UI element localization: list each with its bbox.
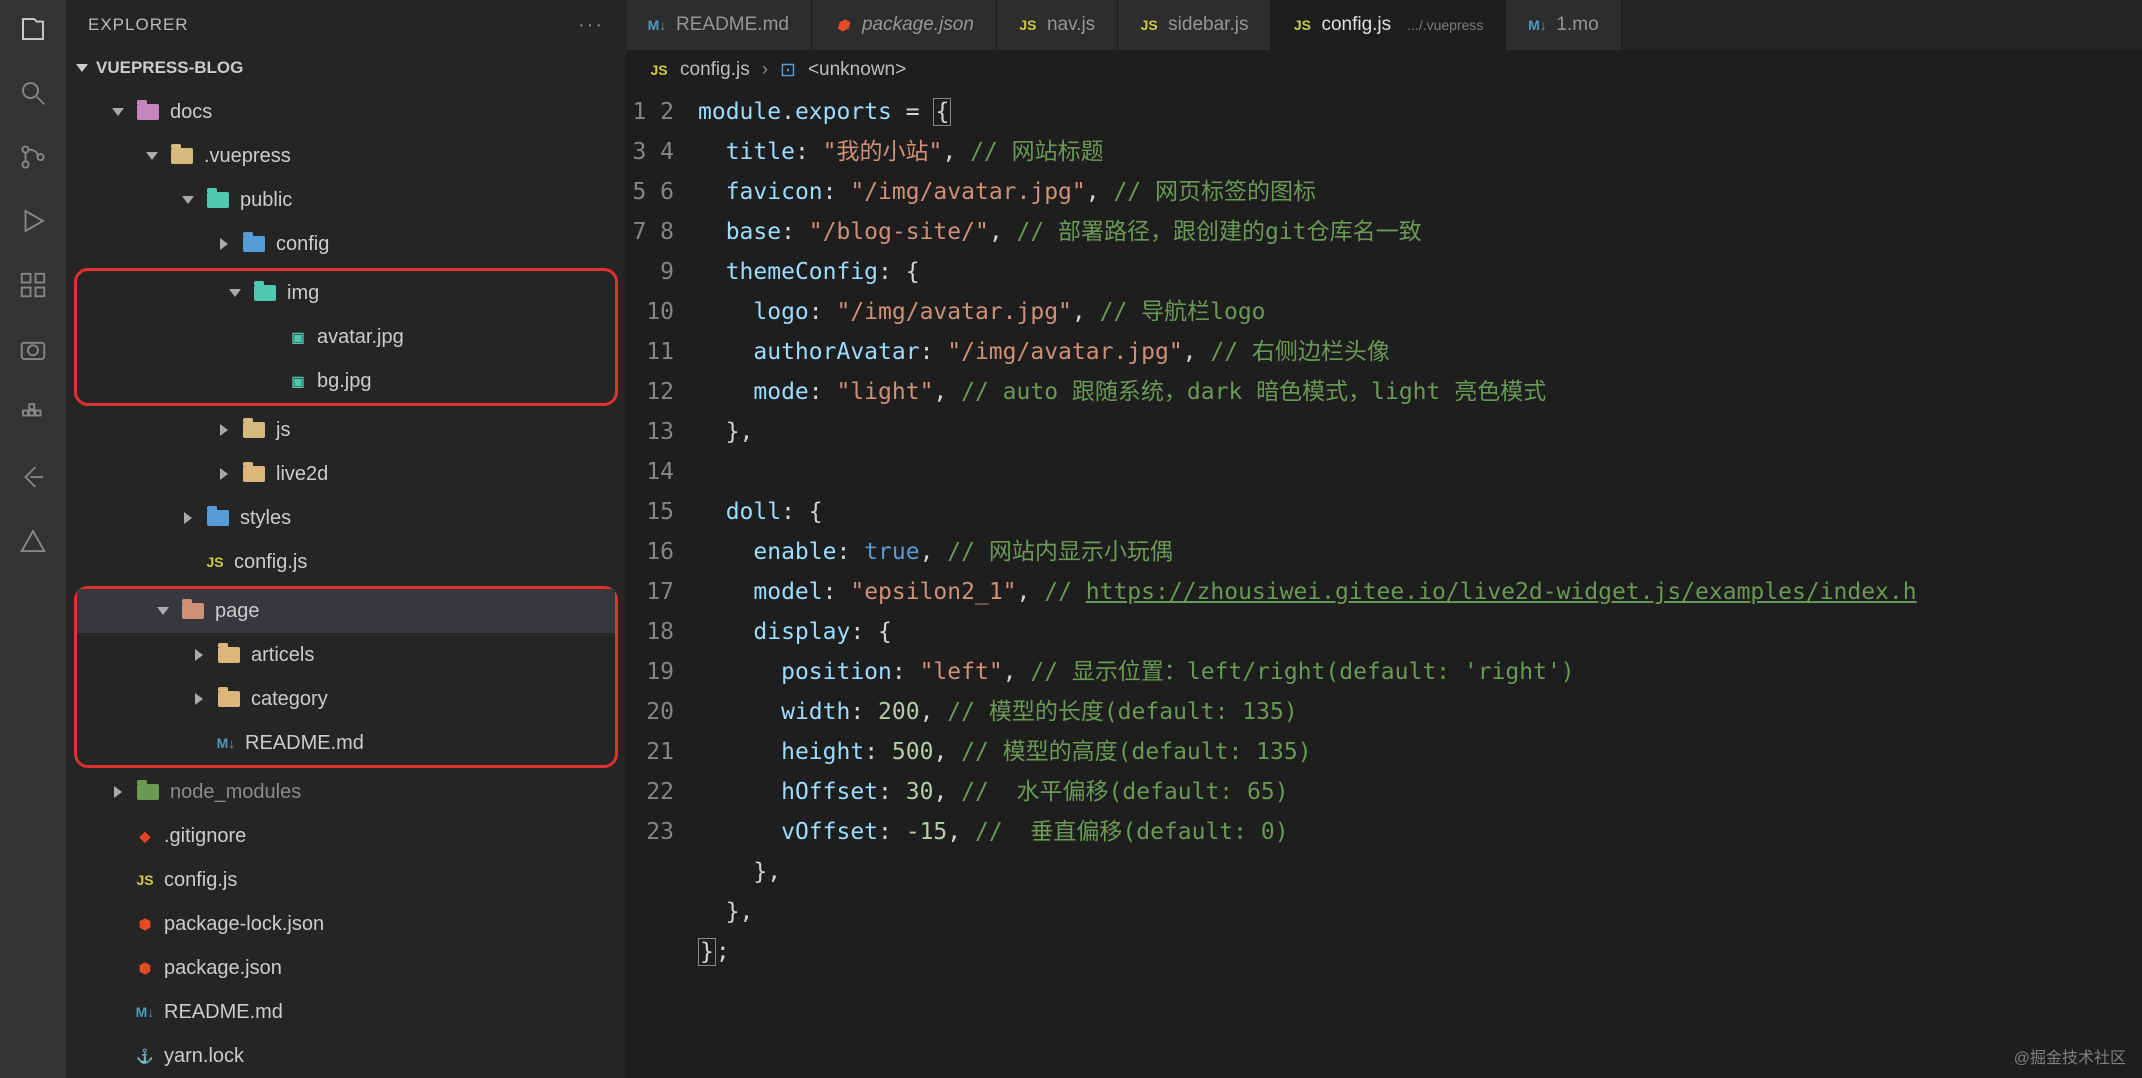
file-tree: docs .vuepress public config img ▣avatar…	[66, 86, 626, 1078]
search-icon[interactable]	[16, 76, 50, 110]
tab-navjs[interactable]: JSnav.js	[997, 0, 1118, 50]
folder-docs[interactable]: docs	[66, 90, 626, 134]
folder-articels[interactable]: articels	[77, 633, 615, 677]
line-gutter: 1 2 3 4 5 6 7 8 9 10 11 12 13 14 15 16 1…	[626, 90, 698, 1078]
folder-config[interactable]: config	[66, 222, 626, 266]
file-label: yarn.lock	[164, 1045, 244, 1068]
chevron-down-icon	[76, 64, 88, 72]
triangle-icon[interactable]	[16, 524, 50, 558]
tab-configjs[interactable]: JSconfig.js.../.vuepress	[1271, 0, 1506, 50]
explorer-header: EXPLORER ···	[66, 0, 626, 50]
folder-page[interactable]: page	[77, 589, 615, 633]
file-yarnlock[interactable]: ⚓yarn.lock	[66, 1034, 626, 1078]
tab-last[interactable]: M↓1.mo	[1506, 0, 1621, 50]
tab-label: sidebar.js	[1168, 14, 1248, 36]
project-name: VUEPRESS-BLOG	[96, 58, 243, 78]
file-label: .gitignore	[164, 825, 246, 848]
project-header[interactable]: VUEPRESS-BLOG	[66, 50, 626, 86]
file-label: config.js	[164, 869, 237, 892]
folder-img[interactable]: img	[77, 271, 615, 315]
tab-packagejson[interactable]: ⬢package.json	[812, 0, 997, 50]
file-config-js[interactable]: JSconfig.js	[66, 540, 626, 584]
highlight-box-page: page articels category M↓README.md	[74, 586, 618, 768]
file-label: package.json	[164, 957, 282, 980]
code-container: 1 2 3 4 5 6 7 8 9 10 11 12 13 14 15 16 1…	[626, 90, 2142, 1078]
tab-sidebarjs[interactable]: JSsidebar.js	[1118, 0, 1271, 50]
folder-label: public	[240, 189, 292, 212]
folder-label: category	[251, 688, 328, 711]
file-pkg[interactable]: ⬢package.json	[66, 946, 626, 990]
run-debug-icon[interactable]	[16, 204, 50, 238]
explorer-title: EXPLORER	[88, 15, 189, 35]
folder-label: articels	[251, 644, 314, 667]
tab-label: README.md	[676, 14, 789, 36]
extensions-icon[interactable]	[16, 268, 50, 302]
file-label: package-lock.json	[164, 913, 324, 936]
folder-label: img	[287, 282, 319, 305]
file-label: config.js	[234, 551, 307, 574]
breadcrumb-symbol: <unknown>	[808, 59, 906, 81]
remote-icon[interactable]	[16, 460, 50, 494]
file-pkglock[interactable]: ⬢package-lock.json	[66, 902, 626, 946]
js-icon: JS	[650, 60, 668, 80]
folder-styles[interactable]: styles	[66, 496, 626, 540]
more-icon[interactable]: ···	[578, 14, 604, 37]
folder-vuepress[interactable]: .vuepress	[66, 134, 626, 178]
activity-bar	[0, 0, 66, 1078]
folder-label: js	[276, 419, 290, 442]
highlight-box-img: img ▣avatar.jpg ▣bg.jpg	[74, 268, 618, 406]
source-control-icon[interactable]	[16, 140, 50, 174]
editor-area: M↓README.md ⬢package.json JSnav.js JSsid…	[626, 0, 2142, 1078]
tab-label: config.js	[1321, 14, 1391, 36]
breadcrumb-file: config.js	[680, 59, 750, 81]
tab-label: nav.js	[1047, 14, 1095, 36]
file-avatar[interactable]: ▣avatar.jpg	[77, 315, 615, 359]
tab-subpath: .../.vuepress	[1407, 17, 1483, 33]
explorer-sidebar: EXPLORER ··· VUEPRESS-BLOG docs .vuepres…	[66, 0, 626, 1078]
folder-live2d[interactable]: live2d	[66, 452, 626, 496]
breadcrumb-sep: ›	[762, 59, 768, 81]
folder-label: config	[276, 233, 329, 256]
tab-label: package.json	[862, 14, 974, 36]
folder-label: .vuepress	[204, 145, 291, 168]
file-gitignore[interactable]: ◆.gitignore	[66, 814, 626, 858]
folder-label: live2d	[276, 463, 328, 486]
editor-tabs: M↓README.md ⬢package.json JSnav.js JSsid…	[626, 0, 2142, 50]
file-label: bg.jpg	[317, 370, 372, 393]
file-readme[interactable]: M↓README.md	[77, 721, 615, 765]
file-readme-root[interactable]: M↓README.md	[66, 990, 626, 1034]
docker-icon[interactable]	[16, 396, 50, 430]
watermark: @掘金技术社区	[2014, 1044, 2126, 1068]
folder-label: styles	[240, 507, 291, 530]
file-config-root[interactable]: JSconfig.js	[66, 858, 626, 902]
file-label: README.md	[245, 732, 364, 755]
tab-label: 1.mo	[1556, 14, 1598, 36]
file-label: avatar.jpg	[317, 326, 404, 349]
file-label: README.md	[164, 1001, 283, 1024]
folder-label: node_modules	[170, 781, 301, 804]
folder-node-modules[interactable]: node_modules	[66, 770, 626, 814]
folder-public[interactable]: public	[66, 178, 626, 222]
code-editor[interactable]: module.exports = { title: "我的小站", // 网站标…	[698, 90, 2142, 1078]
breadcrumb-symbol-icon: ⊡	[780, 59, 796, 82]
breadcrumb[interactable]: JS config.js › ⊡ <unknown>	[626, 50, 2142, 90]
file-bg[interactable]: ▣bg.jpg	[77, 359, 615, 403]
camera-icon[interactable]	[16, 332, 50, 366]
tab-readme[interactable]: M↓README.md	[626, 0, 812, 50]
folder-js[interactable]: js	[66, 408, 626, 452]
folder-category[interactable]: category	[77, 677, 615, 721]
explorer-icon[interactable]	[16, 12, 50, 46]
folder-label: docs	[170, 101, 212, 124]
folder-label: page	[215, 600, 260, 623]
